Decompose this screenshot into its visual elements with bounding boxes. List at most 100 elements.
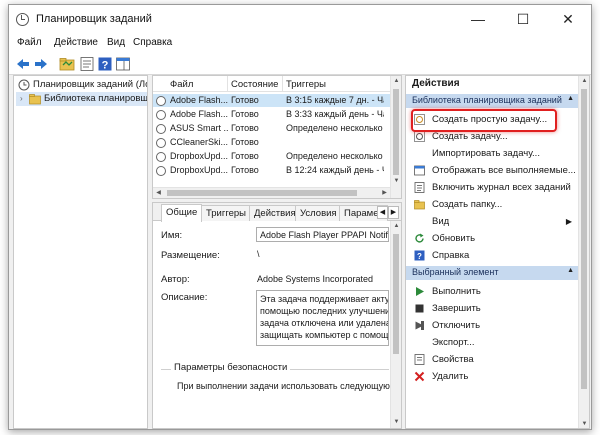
tab-actions[interactable]: Действия	[249, 205, 301, 221]
description-line: Эта задача поддерживает актуал	[260, 294, 389, 304]
description-field[interactable]: Эта задача поддерживает актуал помощью п…	[256, 290, 389, 346]
navigation-tree: Планировщик заданий (Ло › Библиотека пла…	[13, 75, 148, 429]
table-row[interactable]: CCleanerSki... Готово	[153, 136, 391, 149]
task-trigger: В 3:15 каждые 7 дн. - Част	[286, 95, 384, 105]
scroll-thumb[interactable]	[581, 89, 587, 389]
details-vertical-scrollbar[interactable]: ▲ ▼	[390, 221, 401, 428]
table-row[interactable]: Adobe Flash... Готово В 3:15 каждые 7 дн…	[153, 94, 391, 107]
task-icon	[156, 152, 166, 162]
action-new-folder[interactable]: Создать папку...	[406, 196, 578, 213]
description-line: помощью последних улучшени	[260, 306, 389, 316]
action-run[interactable]: Выполнить	[406, 283, 578, 300]
actions-vertical-scrollbar[interactable]: ▲ ▼	[578, 76, 589, 428]
actions-section-selected[interactable]: Выбранный элемент ▲	[406, 266, 578, 280]
task-name: DropboxUpd...	[170, 151, 228, 161]
scroll-thumb[interactable]	[393, 89, 399, 175]
table-row[interactable]: Adobe Flash... Готово В 3:33 каждый день…	[153, 108, 391, 121]
column-header-triggers[interactable]: Триггеры	[286, 79, 326, 90]
actions-section-library[interactable]: Библиотека планировщика заданий ▲	[406, 94, 578, 108]
action-view[interactable]: Вид ▶	[406, 213, 578, 230]
action-disable[interactable]: Отключить	[406, 317, 578, 334]
menu-action[interactable]: Действие	[54, 37, 98, 48]
scroll-up-arrow-icon[interactable]: ▲	[391, 221, 401, 232]
panel-icon[interactable]	[115, 56, 131, 72]
disable-icon	[415, 321, 424, 330]
task-trigger: В 3:33 каждый день - Част	[286, 109, 384, 119]
scroll-up-arrow-icon[interactable]: ▲	[391, 76, 401, 87]
table-row[interactable]: DropboxUpd... Готово Определено нескольк…	[153, 150, 391, 163]
description-line: задача отключена или удалена,	[260, 318, 389, 328]
back-arrow-icon[interactable]	[15, 56, 31, 72]
properties-icon[interactable]	[79, 56, 95, 72]
scroll-up-arrow-icon[interactable]: ▲	[579, 76, 589, 87]
table-row[interactable]: DropboxUpd... Готово В 12:24 каждый день…	[153, 164, 391, 177]
scroll-thumb[interactable]	[167, 190, 357, 196]
forward-arrow-icon[interactable]	[33, 56, 49, 72]
tab-right-arrow-icon[interactable]: ▶	[388, 206, 399, 219]
task-trigger: Определено несколько т	[286, 123, 384, 133]
action-end[interactable]: Завершить	[406, 300, 578, 317]
task-name: ASUS Smart ...	[170, 123, 228, 133]
menu-bar: Файл Действие Вид Справка	[9, 33, 591, 53]
folder-icon[interactable]	[59, 56, 75, 72]
minimize-button[interactable]: —	[456, 5, 500, 33]
column-header-name[interactable]: Файл	[170, 79, 193, 90]
scroll-left-arrow-icon[interactable]: ◀	[153, 188, 164, 198]
scroll-down-arrow-icon[interactable]: ▼	[579, 419, 589, 428]
action-show-running[interactable]: Отображать все выполняемые...	[406, 162, 578, 179]
tab-conditions[interactable]: Условия	[295, 205, 342, 221]
task-icon	[156, 124, 166, 134]
title-bar: Планировщик заданий — ☐ ✕	[9, 5, 591, 33]
tree-item-library[interactable]: › Библиотека планировщ	[16, 92, 147, 106]
action-properties[interactable]: Свойства	[406, 351, 578, 368]
scroll-down-arrow-icon[interactable]: ▼	[391, 176, 401, 187]
name-field[interactable]: Adobe Flash Player PPAPI Notifier	[256, 227, 389, 242]
action-label: Импортировать задачу...	[432, 148, 540, 159]
location-value: \	[257, 249, 260, 259]
svg-text:?: ?	[102, 60, 109, 72]
action-help[interactable]: ? Справка	[406, 247, 578, 264]
svg-text:?: ?	[417, 252, 422, 261]
task-name: DropboxUpd...	[170, 165, 228, 175]
expand-chevron-icon[interactable]: ›	[20, 92, 23, 106]
action-label: Отключить	[432, 320, 481, 331]
action-label: Создать папку...	[432, 199, 503, 210]
scroll-right-arrow-icon[interactable]: ▶	[379, 188, 390, 198]
help-icon[interactable]: ?	[97, 56, 113, 72]
close-button[interactable]: ✕	[546, 5, 590, 33]
action-enable-history[interactable]: Включить журнал всех заданий	[406, 179, 578, 196]
task-list-horizontal-scrollbar[interactable]: ◀ ▶	[153, 187, 390, 198]
submenu-arrow-icon: ▶	[565, 217, 572, 226]
table-row[interactable]: ASUS Smart ... Готово Определено несколь…	[153, 122, 391, 135]
collapse-arrow-icon[interactable]: ▲	[567, 95, 574, 102]
task-scheduler-window: Планировщик заданий — ☐ ✕ Файл Действие …	[8, 4, 592, 430]
tab-triggers[interactable]: Триггеры	[201, 205, 251, 221]
action-import-task[interactable]: Импортировать задачу...	[406, 145, 578, 162]
tab-general[interactable]: Общие	[161, 204, 203, 222]
help-icon: ?	[414, 250, 425, 261]
collapse-arrow-icon[interactable]: ▲	[567, 267, 574, 274]
menu-help[interactable]: Справка	[133, 37, 172, 48]
task-status: Готово	[231, 137, 259, 147]
clock-icon	[16, 13, 29, 26]
tab-left-arrow-icon[interactable]: ◀	[377, 206, 388, 219]
action-delete[interactable]: Удалить	[406, 368, 578, 385]
task-name: Adobe Flash...	[170, 95, 228, 105]
description-line: защищать компьютер с помощ	[260, 330, 389, 340]
task-name: CCleanerSki...	[170, 137, 228, 147]
scroll-down-arrow-icon[interactable]: ▼	[391, 417, 401, 428]
maximize-button[interactable]: ☐	[501, 5, 545, 33]
task-icon	[156, 110, 166, 120]
task-details-panel: Общие Триггеры Действия Условия Парамет …	[152, 202, 402, 429]
menu-view[interactable]: Вид	[107, 37, 125, 48]
task-list-vertical-scrollbar[interactable]: ▲ ▼	[390, 76, 401, 198]
tree-item-root[interactable]: Планировщик заданий (Ло	[16, 78, 147, 92]
properties-icon	[414, 354, 425, 365]
menu-file[interactable]: Файл	[17, 37, 42, 48]
name-label: Имя:	[161, 230, 183, 241]
column-header-status[interactable]: Состояние	[231, 79, 278, 90]
task-list: Файл Состояние Триггеры Adobe Flash... Г…	[152, 75, 402, 199]
action-refresh[interactable]: Обновить	[406, 230, 578, 247]
scroll-thumb[interactable]	[393, 234, 399, 354]
action-export[interactable]: Экспорт...	[406, 334, 578, 351]
